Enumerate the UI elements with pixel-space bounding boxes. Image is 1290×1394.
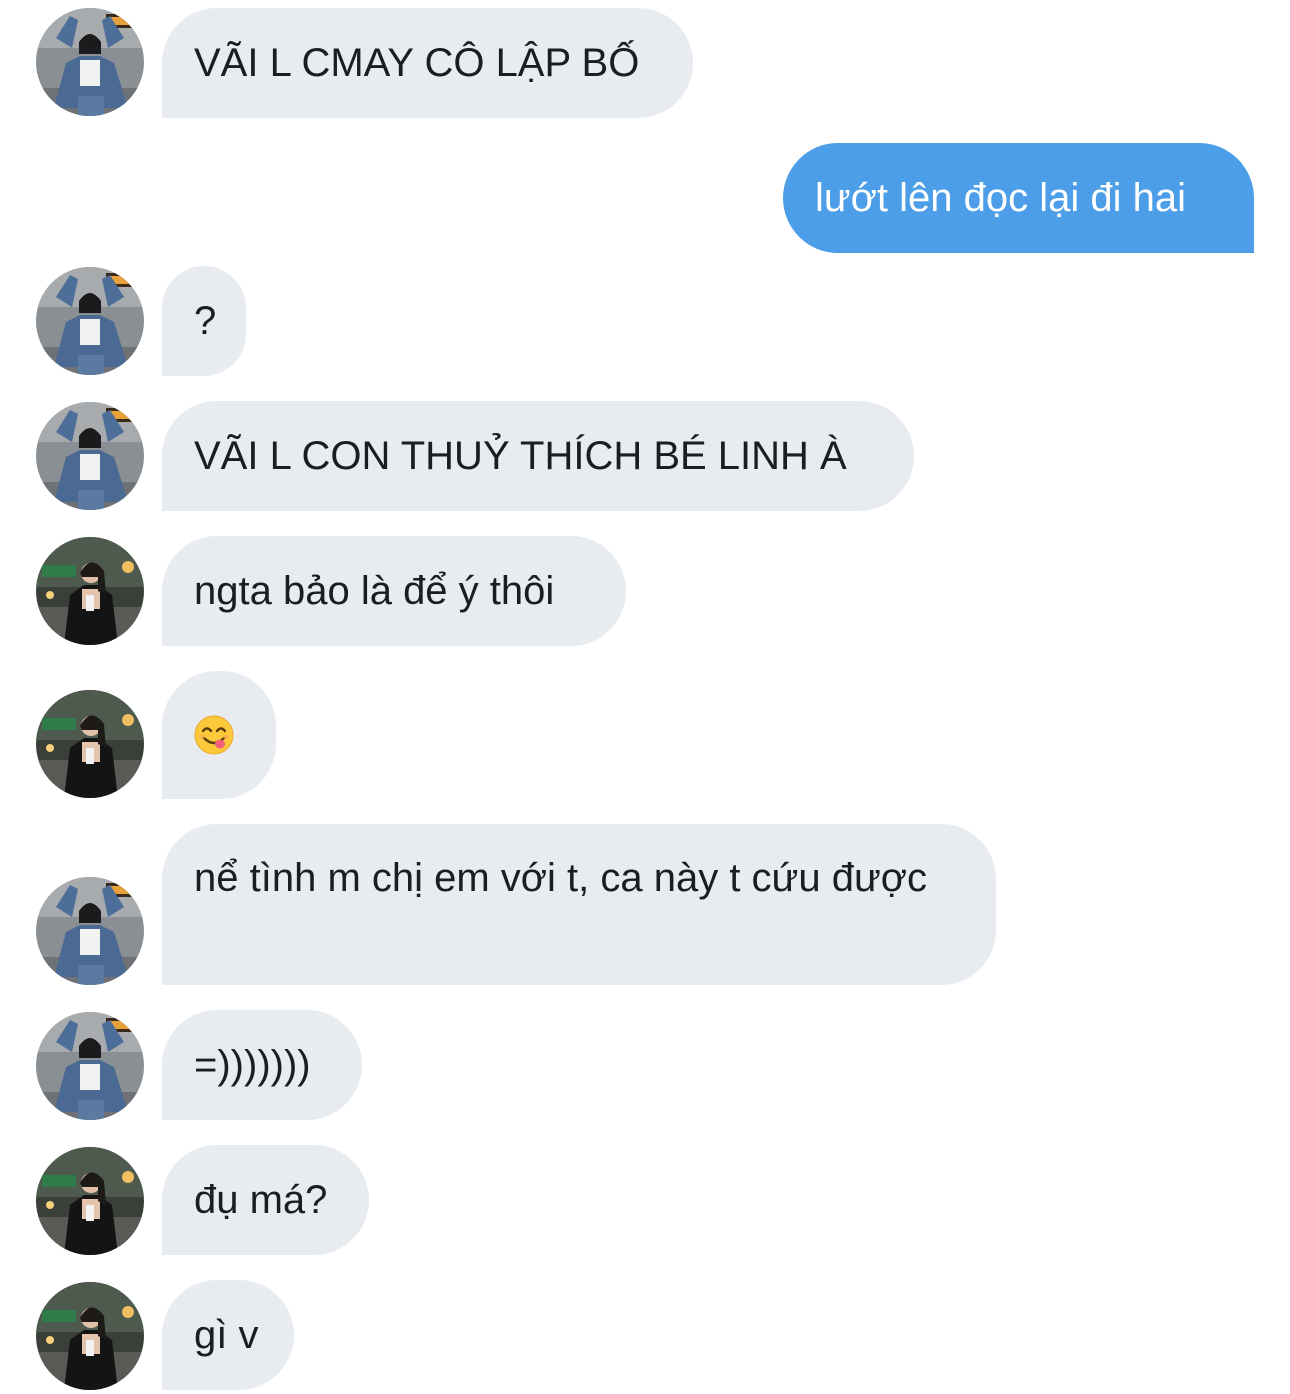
avatar[interactable] (36, 877, 144, 985)
avatar[interactable] (36, 1147, 144, 1255)
avatar-photo (36, 690, 144, 798)
avatar[interactable] (36, 690, 144, 798)
avatar-photo (36, 1147, 144, 1255)
message-text: đụ má? (194, 1178, 328, 1222)
message-text: gì v (194, 1313, 259, 1357)
message-text: VÃI L CON THUỶ THÍCH BÉ LINH À (194, 434, 847, 478)
message-bubble-incoming[interactable]: đụ má? (162, 1145, 369, 1255)
avatar[interactable] (36, 537, 144, 645)
message-bubble-incoming[interactable]: ngta bảo là để ý thôi (162, 536, 626, 646)
message-bubble-incoming[interactable]: VÃI L CON THUỶ THÍCH BÉ LINH À (162, 401, 914, 511)
yum-face-emoji (194, 715, 234, 755)
message-bubble-incoming[interactable]: =))))))) (162, 1010, 362, 1120)
message-text: ? (194, 299, 217, 343)
avatar-photo (36, 267, 144, 375)
avatar[interactable] (36, 1012, 144, 1120)
message-bubble-incoming[interactable]: ? (162, 266, 246, 376)
avatar-photo (36, 1012, 144, 1120)
avatar-photo (36, 877, 144, 985)
message-bubble-outgoing[interactable]: lướt lên đọc lại đi hai (783, 143, 1254, 253)
avatar[interactable] (36, 1282, 144, 1390)
message-bubble-incoming[interactable]: nể tình m chị em với t, ca này t cứu đượ… (162, 824, 996, 985)
message-text: nể tình m chị em với t, ca này t cứu đượ… (194, 856, 927, 900)
message-bubble-incoming[interactable]: VÃI L CMAY CÔ LẬP BỐ (162, 8, 693, 118)
avatar-photo (36, 402, 144, 510)
avatar[interactable] (36, 402, 144, 510)
avatar[interactable] (36, 8, 144, 116)
avatar-photo (36, 8, 144, 116)
message-bubble-incoming[interactable] (162, 671, 276, 799)
message-text: lướt lên đọc lại đi hai (815, 176, 1186, 220)
avatar-photo (36, 537, 144, 645)
message-text: ngta bảo là để ý thôi (194, 569, 555, 613)
avatar[interactable] (36, 267, 144, 375)
message-bubble-incoming[interactable]: gì v (162, 1280, 294, 1390)
avatar-photo (36, 1282, 144, 1390)
message-text: VÃI L CMAY CÔ LẬP BỐ (194, 41, 640, 85)
message-text: =))))))) (194, 1043, 311, 1087)
chat-thread: VÃI L CMAY CÔ LẬP BỐ lướt lên đọc lại đi… (0, 0, 1290, 1394)
